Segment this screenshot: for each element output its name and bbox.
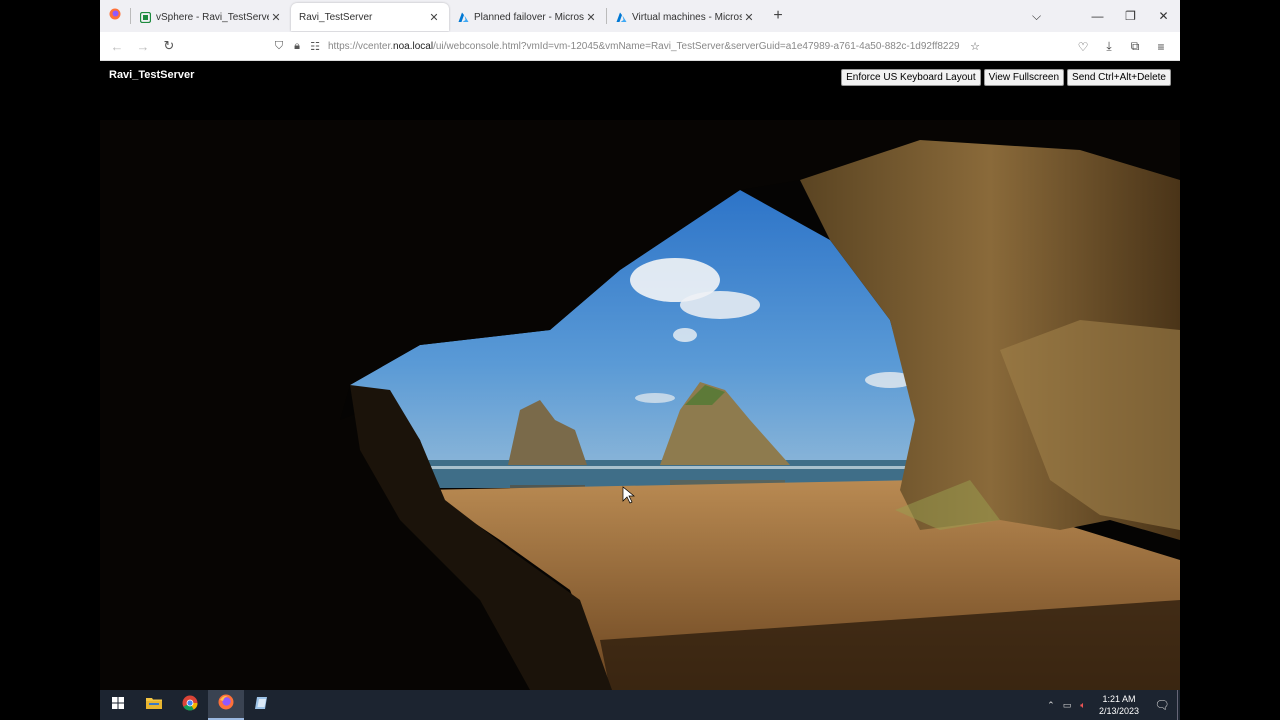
notification-icon[interactable]: 🗨︎ <box>1147 698 1177 712</box>
console-toolbar: Enforce US Keyboard Layout View Fullscre… <box>841 69 1171 86</box>
lock-icon[interactable]: 🔒︎ <box>288 40 306 53</box>
show-desktop-button[interactable] <box>1177 690 1180 720</box>
menu-icon[interactable]: ≡ <box>1148 40 1174 54</box>
bookmark-star-icon[interactable]: ☆ <box>966 40 984 53</box>
network-icon[interactable]: ▭ <box>1059 700 1075 711</box>
tab-label: vSphere - Ravi_TestServer - Sum <box>156 11 269 23</box>
firefox-view-tab[interactable] <box>100 0 130 32</box>
close-icon[interactable]: ✕ <box>742 11 756 24</box>
minimize-icon[interactable]: — <box>1081 9 1114 23</box>
windows-logo-icon <box>112 696 124 714</box>
app-button[interactable] <box>244 690 280 720</box>
url-text[interactable]: https://vcenter.noa.local/ui/webconsole.… <box>328 41 960 52</box>
tab-bar: vSphere - Ravi_TestServer - Sum ✕ Ravi_T… <box>100 0 1180 32</box>
application-icon <box>254 695 270 716</box>
permissions-icon[interactable]: ☷ <box>306 40 324 53</box>
close-icon[interactable]: ✕ <box>269 11 283 24</box>
azure-icon <box>457 11 469 23</box>
browser-window: vSphere - Ravi_TestServer - Sum ✕ Ravi_T… <box>100 0 1180 720</box>
azure-icon <box>615 11 627 23</box>
remote-desktop[interactable] <box>100 120 1180 690</box>
enforce-keyboard-layout-button[interactable]: Enforce US Keyboard Layout <box>841 69 981 86</box>
download-icon[interactable]: ⤓ <box>1096 39 1122 54</box>
tab-virtual-machines[interactable]: Virtual machines - Microsoft Az ✕ <box>607 3 764 31</box>
firefox-icon <box>218 694 234 715</box>
toolbar-right: ♡ ⤓ ⧉ ≡ <box>1070 32 1174 61</box>
close-icon[interactable]: ✕ <box>584 11 598 24</box>
chevron-up-icon[interactable]: ⌃ <box>1043 700 1059 711</box>
chrome-button[interactable] <box>172 690 208 720</box>
restore-icon[interactable]: ❐ <box>1114 9 1147 23</box>
folder-icon <box>146 696 162 715</box>
reload-icon[interactable]: ↻ <box>156 38 182 54</box>
extensions-icon[interactable]: ⧉ <box>1122 39 1148 54</box>
send-ctrl-alt-delete-button[interactable]: Send Ctrl+Alt+Delete <box>1067 69 1171 86</box>
window-controls: ⌵ — ❐ ✕ <box>1020 0 1180 32</box>
firefox-button[interactable] <box>208 690 244 720</box>
back-icon[interactable]: ← <box>104 39 130 54</box>
chrome-icon <box>182 695 198 716</box>
tab-label: Virtual machines - Microsoft Az <box>632 11 742 23</box>
tracking-protection-icon[interactable]: ⛉ <box>270 40 288 53</box>
tab-console[interactable]: Ravi_TestServer ✕ <box>291 3 449 31</box>
vsphere-icon <box>139 11 151 23</box>
tab-vsphere[interactable]: vSphere - Ravi_TestServer - Sum ✕ <box>131 3 291 31</box>
close-window-icon[interactable]: ✕ <box>1147 9 1180 23</box>
start-button[interactable] <box>100 690 136 720</box>
clock-time: 1:21 AM <box>1102 694 1136 704</box>
close-icon[interactable]: ✕ <box>427 11 441 24</box>
console-title: Ravi_TestServer <box>109 69 195 81</box>
windows-taskbar: ⌃ ▭ 🔈︎ 1:21 AM 2/13/2023 🗨︎ <box>100 690 1180 720</box>
forward-icon[interactable]: → <box>130 39 156 54</box>
list-all-tabs-icon[interactable]: ⌵ <box>1020 9 1053 24</box>
volume-muted-icon[interactable]: 🔈︎ <box>1075 700 1091 711</box>
firefox-icon <box>109 7 121 25</box>
system-tray: ⌃ ▭ 🔈︎ 1:21 AM 2/13/2023 🗨︎ <box>1043 690 1180 720</box>
tab-label: Ravi_TestServer <box>299 11 373 23</box>
file-explorer-button[interactable] <box>136 690 172 720</box>
address-bar[interactable]: ⛉ 🔒︎ ☷ https://vcenter.noa.local/ui/webc… <box>270 32 984 61</box>
view-fullscreen-button[interactable]: View Fullscreen <box>983 69 1065 86</box>
new-tab-button[interactable]: + <box>764 7 792 25</box>
clock[interactable]: 1:21 AM 2/13/2023 <box>1099 693 1139 717</box>
wallpaper-image <box>100 120 1180 690</box>
tab-label: Planned failover - Microsoft Az <box>474 11 584 23</box>
clock-date: 2/13/2023 <box>1098 706 1139 716</box>
tab-planned-failover[interactable]: Planned failover - Microsoft Az ✕ <box>449 3 606 31</box>
pocket-icon[interactable]: ♡ <box>1070 40 1096 54</box>
navigation-bar: ← → ↻ ⛉ 🔒︎ ☷ https://vcenter.noa.local/u… <box>100 32 1180 61</box>
